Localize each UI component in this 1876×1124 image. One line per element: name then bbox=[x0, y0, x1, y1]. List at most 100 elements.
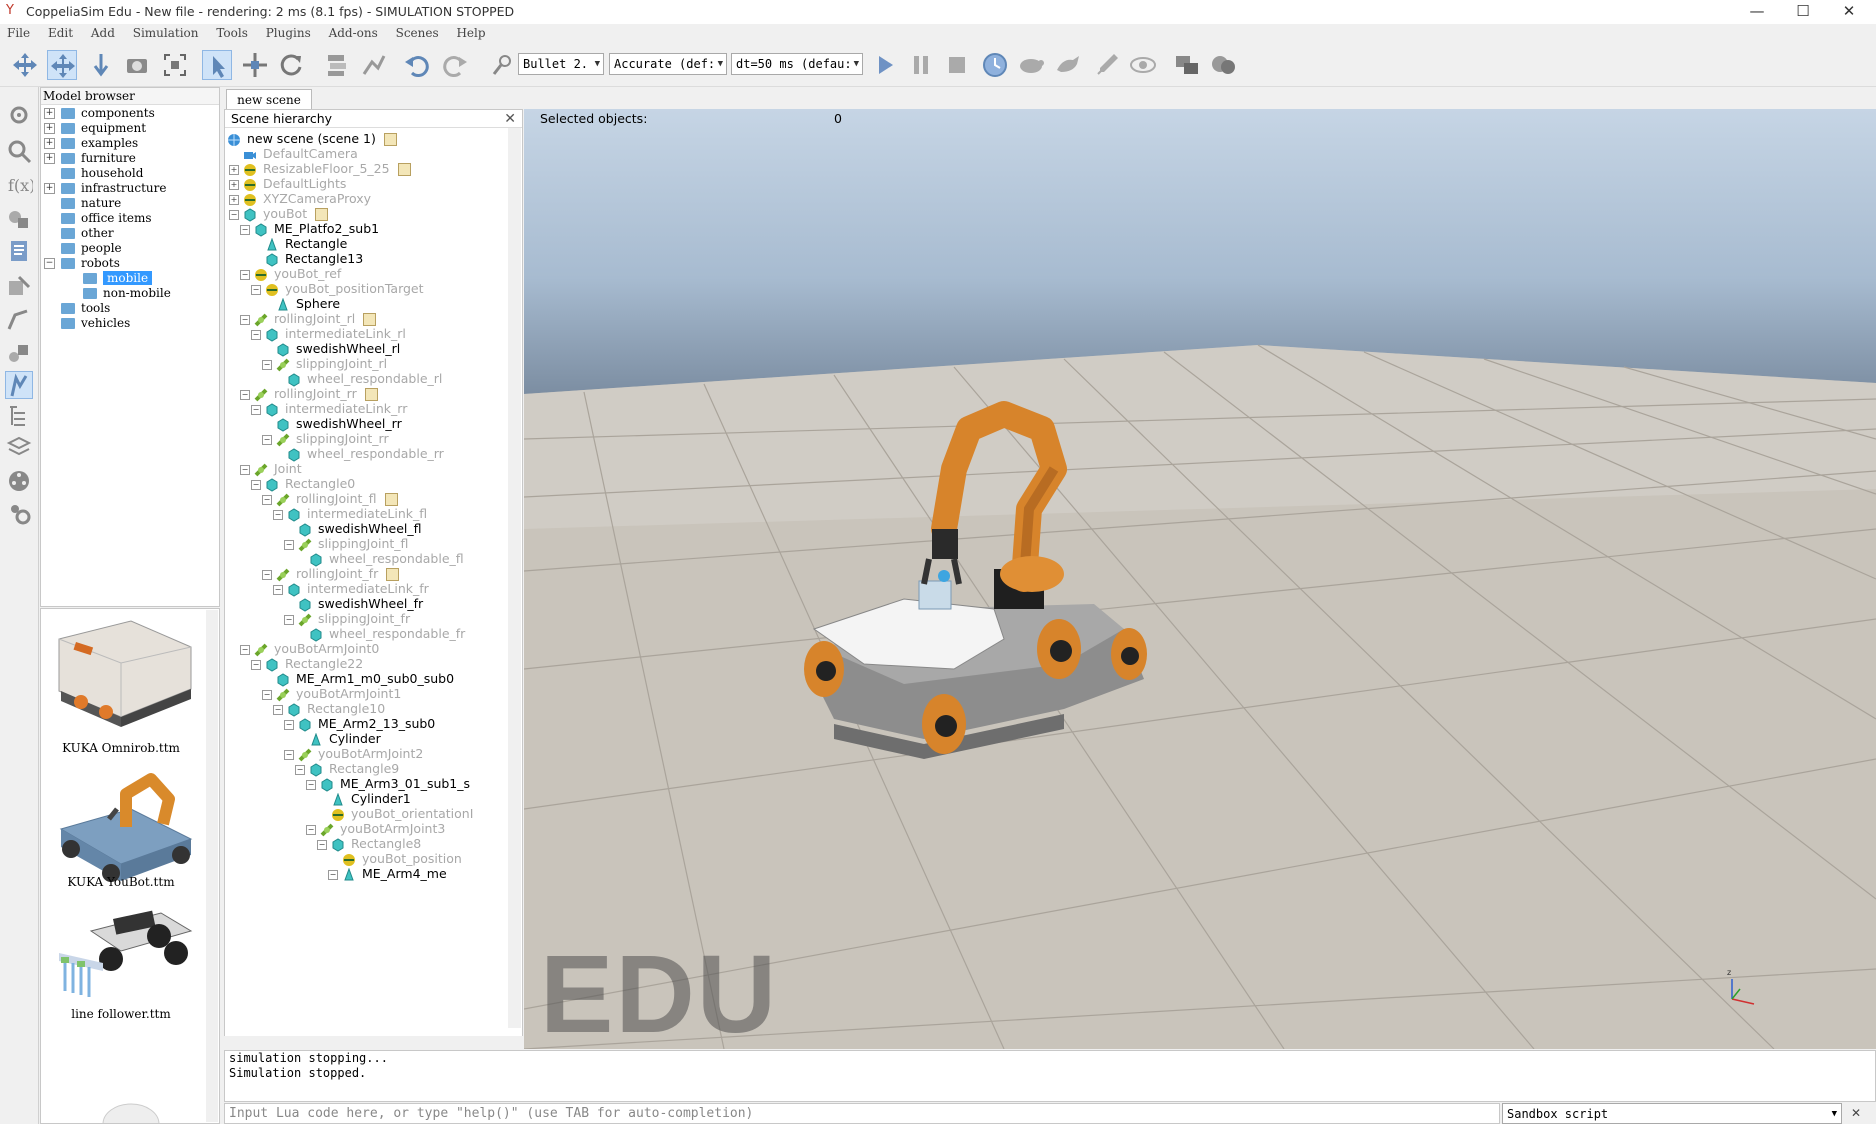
menu-simulation[interactable]: Simulation bbox=[126, 24, 206, 40]
simulation-settings-icon[interactable] bbox=[5, 101, 33, 129]
model-folder-item[interactable]: vehicles bbox=[44, 316, 130, 331]
expand-icon[interactable]: + bbox=[44, 183, 55, 194]
physics-engine-select[interactable]: Bullet 2. ▼ bbox=[518, 53, 604, 75]
model-browser-toggle-icon[interactable] bbox=[5, 371, 33, 399]
collapse-icon[interactable]: − bbox=[317, 839, 327, 850]
scene-hierarchy-toggle-icon[interactable] bbox=[5, 401, 33, 429]
object-rotate-icon[interactable] bbox=[276, 50, 306, 80]
expand-icon[interactable]: + bbox=[229, 194, 239, 205]
menu-help[interactable]: Help bbox=[449, 24, 492, 40]
tab-new-scene[interactable]: new scene bbox=[226, 89, 312, 110]
menu-edit[interactable]: Edit bbox=[41, 24, 80, 40]
model-folder-item[interactable]: tools bbox=[44, 301, 110, 316]
close-console-icon[interactable]: ✕ bbox=[1848, 1106, 1864, 1122]
stop-icon[interactable] bbox=[942, 50, 972, 80]
shape-edit-icon[interactable] bbox=[5, 205, 33, 233]
expand-icon[interactable]: + bbox=[229, 179, 239, 190]
model-folder-item[interactable]: people bbox=[44, 241, 122, 256]
thumbnails-scrollbar[interactable] bbox=[206, 610, 218, 1122]
timestep-select[interactable]: dt=50 ms (defau: ▼ bbox=[731, 53, 863, 75]
hierarchy-horizontal-scrollbar[interactable] bbox=[224, 1036, 523, 1049]
collapse-icon[interactable]: − bbox=[262, 434, 272, 445]
accuracy-select[interactable]: Accurate (def: ▼ bbox=[609, 53, 727, 75]
collapse-icon[interactable]: − bbox=[273, 509, 283, 520]
collapse-icon[interactable]: − bbox=[284, 749, 294, 760]
maximize-button[interactable]: ☐ bbox=[1780, 0, 1826, 24]
collapse-icon[interactable]: − bbox=[284, 614, 294, 625]
transfer-dna-icon[interactable] bbox=[358, 50, 388, 80]
collapse-icon[interactable]: − bbox=[273, 704, 283, 715]
collapse-icon[interactable]: − bbox=[262, 494, 272, 505]
menu-file[interactable]: File bbox=[0, 24, 37, 40]
collections-icon[interactable] bbox=[5, 339, 33, 367]
hierarchy-node[interactable]: − ME_Arm4_me bbox=[328, 865, 447, 883]
collapse-icon[interactable]: − bbox=[273, 584, 283, 595]
collapse-icon[interactable]: − bbox=[284, 539, 294, 550]
move-camera-icon[interactable] bbox=[10, 50, 40, 80]
film-reel-icon[interactable] bbox=[5, 467, 33, 495]
search-icon[interactable] bbox=[5, 137, 33, 165]
realtime-icon[interactable] bbox=[980, 50, 1010, 80]
model-folder-item[interactable]: + components bbox=[44, 106, 155, 121]
rotate-camera-icon[interactable] bbox=[47, 50, 77, 80]
page-selector-icon[interactable] bbox=[1172, 50, 1202, 80]
thread-rendering-icon[interactable] bbox=[1092, 50, 1122, 80]
collapse-icon[interactable]: − bbox=[251, 479, 261, 490]
collapse-icon[interactable]: − bbox=[262, 569, 272, 580]
collapse-icon[interactable]: − bbox=[240, 314, 250, 325]
model-folder-item[interactable]: + furniture bbox=[44, 151, 136, 166]
line-follower-thumbnail[interactable] bbox=[51, 901, 201, 1021]
user-settings-icon[interactable] bbox=[5, 499, 33, 527]
scripts-icon[interactable] bbox=[5, 237, 33, 265]
expand-icon[interactable]: + bbox=[44, 138, 55, 149]
click-select-icon[interactable] bbox=[202, 50, 232, 80]
model-folder-item[interactable]: + equipment bbox=[44, 121, 146, 136]
path-edit-icon[interactable] bbox=[5, 305, 33, 333]
kuka-omnirob-thumbnail[interactable] bbox=[51, 617, 201, 732]
collapse-icon[interactable]: − bbox=[295, 764, 305, 775]
zoom-camera-icon[interactable] bbox=[122, 50, 152, 80]
expand-icon[interactable]: + bbox=[44, 123, 55, 134]
undo-icon[interactable] bbox=[402, 50, 432, 80]
model-folder-item[interactable]: nature bbox=[44, 196, 121, 211]
object-properties-icon[interactable] bbox=[5, 273, 33, 301]
lua-command-input[interactable]: Input Lua code here, or type "help()" (u… bbox=[224, 1103, 1500, 1124]
collapse-icon[interactable]: − bbox=[251, 329, 261, 340]
model-folder-item[interactable]: + examples bbox=[44, 136, 138, 151]
assemble-icon[interactable] bbox=[322, 50, 352, 80]
script-selector[interactable]: Sandbox script ▼ bbox=[1502, 1103, 1842, 1124]
collapse-icon[interactable]: − bbox=[251, 284, 261, 295]
model-folder-item[interactable]: non-mobile bbox=[83, 286, 171, 301]
calculation-modules-icon[interactable]: f(x) bbox=[5, 171, 35, 199]
model-folder-item[interactable]: other bbox=[44, 226, 114, 241]
redo-icon[interactable] bbox=[440, 50, 470, 80]
collapse-icon[interactable]: − bbox=[306, 779, 316, 790]
collapse-icon[interactable]: − bbox=[328, 869, 338, 880]
pause-icon[interactable] bbox=[906, 50, 936, 80]
kuka-youbot-thumbnail[interactable] bbox=[51, 769, 201, 889]
script-icon[interactable] bbox=[383, 133, 397, 146]
model-folder-item[interactable]: + infrastructure bbox=[44, 181, 166, 196]
menu-scenes[interactable]: Scenes bbox=[389, 24, 446, 40]
scene-selector-icon[interactable] bbox=[1208, 50, 1238, 80]
pick-icon[interactable] bbox=[488, 50, 518, 80]
object-shift-icon[interactable] bbox=[240, 50, 270, 80]
collapse-icon[interactable]: − bbox=[306, 824, 316, 835]
fit-view-icon[interactable] bbox=[160, 50, 190, 80]
next-thumbnail[interactable] bbox=[101, 1089, 161, 1124]
collapse-icon[interactable]: − bbox=[240, 644, 250, 655]
script-icon[interactable] bbox=[397, 163, 411, 176]
collapse-icon[interactable]: − bbox=[251, 659, 261, 670]
visualization-icon[interactable] bbox=[1128, 50, 1158, 80]
expand-icon[interactable]: + bbox=[44, 108, 55, 119]
collapse-icon[interactable]: − bbox=[262, 359, 272, 370]
close-icon[interactable]: ✕ bbox=[504, 110, 516, 128]
model-folder-item[interactable]: household bbox=[44, 166, 143, 181]
expand-icon[interactable]: + bbox=[229, 164, 239, 175]
menu-plugins[interactable]: Plugins bbox=[259, 24, 318, 40]
slow-down-icon[interactable] bbox=[1016, 50, 1046, 80]
collapse-icon[interactable]: − bbox=[262, 689, 272, 700]
model-folder-item[interactable]: − robots bbox=[44, 256, 120, 271]
shift-camera-icon[interactable] bbox=[86, 50, 116, 80]
model-folder-item[interactable]: mobile bbox=[83, 271, 153, 286]
